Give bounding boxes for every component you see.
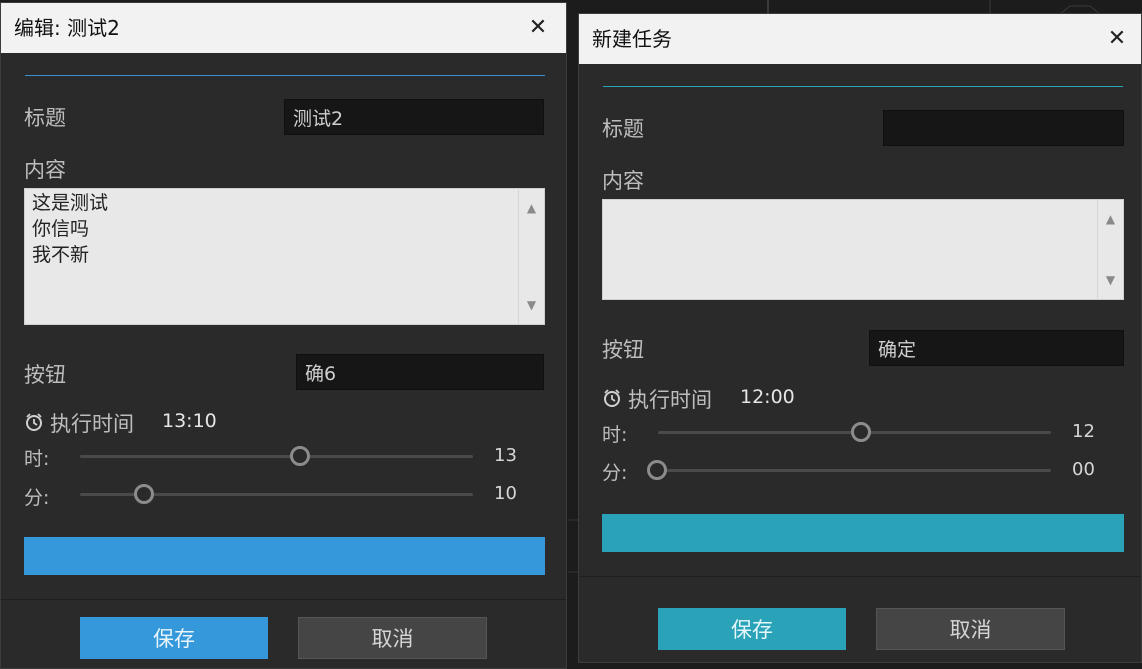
content-line: 这是测试 — [32, 192, 109, 214]
save-button[interactable]: 保存 — [80, 617, 268, 659]
minute-slider-thumb[interactable] — [134, 484, 154, 504]
new-task-dialog-titlebar[interactable]: 新建任务 ✕ — [579, 14, 1141, 64]
title-input[interactable]: 测试2 — [284, 99, 544, 135]
content-label: 内容 — [602, 169, 644, 193]
schedule-time-value: 13:10 — [162, 410, 217, 432]
content-label: 内容 — [24, 158, 66, 182]
content-textarea[interactable]: ▲ ▼ — [602, 199, 1124, 300]
edit-dialog: 编辑: 测试2 ✕ 标题 测试2 内容 这是测试 你信吗 我不新 ▲ ▼ 按钮 … — [0, 2, 567, 669]
title-label: 标题 — [602, 117, 644, 141]
accent-bar — [24, 537, 545, 575]
content-line: 你信吗 — [32, 218, 90, 240]
alarm-clock-icon — [26, 413, 42, 431]
header-divider — [603, 86, 1123, 87]
hour-value: 13 — [494, 445, 517, 466]
schedule-time-label: 执行时间 — [50, 412, 134, 436]
content-line: 我不新 — [32, 244, 90, 266]
title-label: 标题 — [24, 106, 66, 130]
minute-slider-thumb[interactable] — [647, 460, 667, 480]
footer-divider — [1, 599, 566, 600]
cancel-button[interactable]: 取消 — [298, 617, 487, 659]
button-label: 按钮 — [602, 338, 644, 362]
button-label: 按钮 — [24, 363, 66, 387]
button-text-input[interactable]: 确定 — [869, 330, 1124, 366]
alarm-clock-icon — [604, 389, 620, 407]
content-scrollbar[interactable]: ▲ ▼ — [1097, 200, 1123, 299]
hour-label: 时: — [24, 448, 50, 470]
hour-value: 12 — [1072, 421, 1095, 442]
button-text-input[interactable]: 确6 — [296, 354, 544, 390]
scroll-up-icon[interactable]: ▲ — [1098, 206, 1123, 232]
button-text-value: 确定 — [878, 338, 917, 361]
title-input-value: 测试2 — [293, 107, 344, 130]
hour-label: 时: — [602, 424, 628, 446]
new-task-dialog: 新建任务 ✕ 标题 内容 ▲ ▼ 按钮 确定 执行时间 12:00 时: 12 … — [578, 13, 1142, 663]
minute-label: 分: — [24, 487, 50, 509]
minute-value: 00 — [1072, 459, 1095, 480]
minute-label: 分: — [602, 462, 628, 484]
minute-slider-track[interactable] — [658, 469, 1051, 472]
save-button[interactable]: 保存 — [658, 608, 846, 650]
content-textarea[interactable]: 这是测试 你信吗 我不新 ▲ ▼ — [24, 188, 545, 325]
header-divider — [25, 75, 545, 76]
scroll-down-icon[interactable]: ▼ — [1098, 267, 1123, 293]
cancel-button[interactable]: 取消 — [876, 608, 1065, 650]
close-icon[interactable]: ✕ — [518, 3, 558, 53]
close-icon[interactable]: ✕ — [1097, 14, 1137, 64]
content-scrollbar[interactable]: ▲ ▼ — [518, 189, 544, 324]
scroll-down-icon[interactable]: ▼ — [519, 292, 544, 318]
hour-slider-track[interactable] — [80, 455, 473, 458]
schedule-time-label: 执行时间 — [628, 388, 712, 412]
button-text-value: 确6 — [305, 362, 337, 385]
hour-slider-thumb[interactable] — [290, 446, 310, 466]
minute-value: 10 — [494, 483, 517, 504]
new-task-dialog-title: 新建任务 — [592, 27, 672, 51]
accent-bar — [602, 514, 1124, 552]
edit-dialog-title: 编辑: 测试2 — [14, 16, 120, 40]
title-input[interactable] — [883, 110, 1124, 146]
edit-dialog-titlebar[interactable]: 编辑: 测试2 ✕ — [1, 3, 566, 53]
hour-slider-thumb[interactable] — [851, 422, 871, 442]
scroll-up-icon[interactable]: ▲ — [519, 195, 544, 221]
footer-divider — [579, 576, 1141, 577]
schedule-time-value: 12:00 — [740, 386, 795, 408]
